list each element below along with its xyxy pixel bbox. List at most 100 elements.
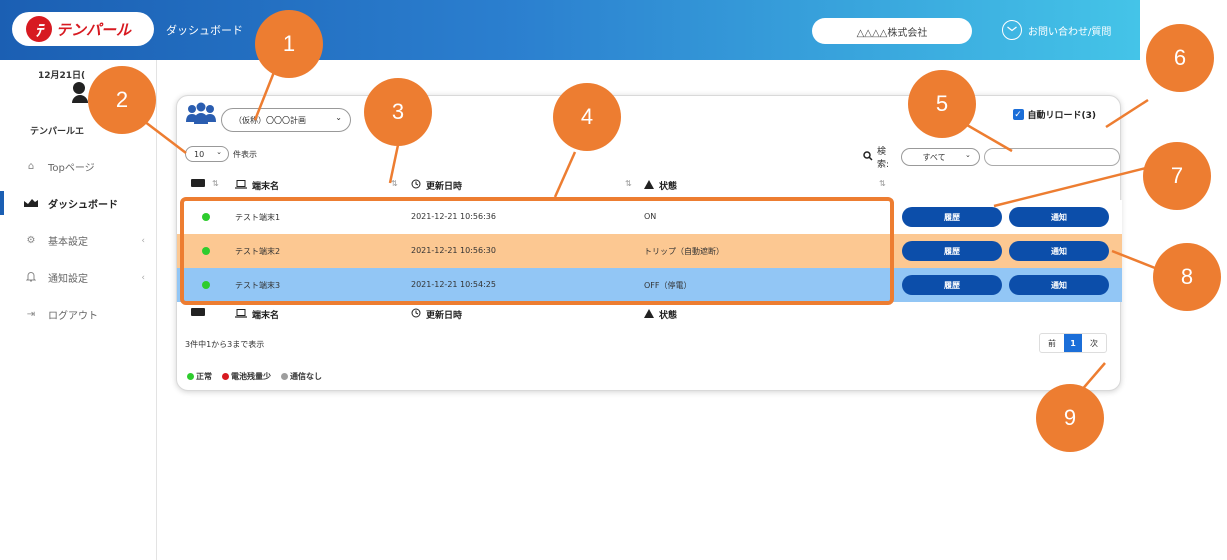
notify-button[interactable]: 通知 [1009, 275, 1109, 295]
auto-reload-label: 自動リロード(3) [1027, 111, 1097, 121]
pager-current[interactable]: 1 [1064, 334, 1082, 352]
callout-7: 7 [1143, 142, 1211, 210]
rows-highlight-frame [180, 197, 894, 305]
battery-icon [191, 179, 205, 187]
column-footer-label: 端末名 [252, 311, 280, 321]
legend-label: 通信なし [290, 372, 322, 381]
search-input[interactable] [983, 148, 1120, 166]
bell-icon [24, 271, 38, 285]
callout-6: 6 [1146, 24, 1214, 92]
sidebar-item-dashboard[interactable]: ダッシュボード [0, 185, 157, 222]
project-select-value: （仮称）〇〇〇計画 [234, 115, 306, 125]
group-icon [185, 102, 217, 130]
sidebar-nav: ⌂ Topページ ダッシュボード ⚙ 基本設定 ‹ 通知設定 ‹ ⇥ ログアウト [0, 148, 157, 333]
sidebar-date: 12月21日( [38, 71, 86, 81]
sidebar-item-label: ログアウト [48, 311, 98, 322]
pager-next[interactable]: 次 [1082, 334, 1106, 352]
logo-text: テンパール [56, 20, 132, 39]
callout-5: 5 [908, 70, 976, 138]
legend-item: 通信なし [281, 371, 322, 382]
column-header-label: 端末名 [252, 182, 280, 192]
history-button[interactable]: 履歴 [902, 207, 1002, 227]
contact-link[interactable]: お問い合わせ/質問 [1002, 20, 1111, 40]
sidebar-item-top[interactable]: ⌂ Topページ [0, 148, 157, 185]
history-button[interactable]: 履歴 [902, 241, 1002, 261]
warning-icon [644, 308, 654, 321]
callout-8: 8 [1153, 243, 1221, 311]
legend-label: 電池残量少 [231, 372, 271, 381]
chevron-left-icon: ‹ [141, 272, 145, 283]
notify-button[interactable]: 通知 [1009, 207, 1109, 227]
column-header-label: 更新日時 [426, 182, 463, 192]
callout-2: 2 [88, 66, 156, 134]
logo[interactable]: ﾃ テンパール [12, 12, 154, 46]
chevron-down-icon: ⌄ [216, 148, 222, 156]
callout-4: 4 [553, 83, 621, 151]
laptop-icon [235, 308, 247, 321]
search-icon [863, 150, 873, 164]
sidebar-item-label: 基本設定 [48, 237, 88, 248]
company-name: △△△△株式会社 [812, 18, 972, 44]
battery-column-header[interactable] [191, 179, 205, 187]
chevron-down-icon: ⌄ [964, 151, 971, 159]
top-header: ﾃ テンパール ダッシュボード △△△△株式会社 お問い合わせ/質問 [0, 0, 1140, 60]
page-title: ダッシュボード [166, 24, 243, 37]
pager-prev[interactable]: 前 [1040, 334, 1064, 352]
page-size-suffix: 件表示 [233, 149, 257, 159]
search-category-value: すべて [922, 152, 946, 162]
search-area: 検索: すべて ⌄ [863, 144, 1120, 170]
notify-button[interactable]: 通知 [1009, 241, 1109, 261]
search-label: 検索: [877, 147, 890, 170]
column-footer-name: 端末名 [235, 308, 279, 321]
page-size-select[interactable]: 10 ⌄ [185, 146, 229, 162]
table-footer: 端末名 更新日時 状態 [185, 305, 1117, 325]
sidebar-item-basic-settings[interactable]: ⚙ 基本設定 ‹ [0, 222, 157, 259]
checkbox-checked-icon[interactable]: ✓ [1012, 109, 1024, 120]
sidebar-item-notification-settings[interactable]: 通知設定 ‹ [0, 259, 157, 296]
sort-icon[interactable]: ⇅ [879, 179, 886, 188]
sidebar-user-name: テンパールエ [30, 127, 85, 137]
status-legend: 正常 電池残量少 通信なし [187, 371, 322, 382]
callout-3: 3 [364, 78, 432, 146]
user-icon [72, 82, 88, 103]
column-header-label: 状態 [659, 182, 678, 192]
chart-icon [24, 197, 38, 210]
sort-icon[interactable]: ⇅ [212, 179, 219, 188]
legend-dot [281, 373, 288, 380]
column-header-updated[interactable]: 更新日時 [411, 179, 462, 192]
callout-1: 1 [255, 10, 323, 78]
sidebar: 12月21日( テンパールエ ⌂ Topページ ダッシュボード ⚙ 基本設定 ‹ [0, 60, 157, 560]
column-header-name[interactable]: 端末名 [235, 179, 279, 192]
chevron-down-icon: ⌄ [335, 113, 342, 122]
sidebar-item-label: Topページ [48, 163, 95, 174]
page-size-control: 10 ⌄ 件表示 [185, 146, 257, 162]
legend-dot [222, 373, 229, 380]
logo-mark: ﾃ [26, 16, 52, 42]
column-header-status[interactable]: 状態 [644, 179, 677, 192]
legend-item: 電池残量少 [222, 371, 271, 382]
sort-icon[interactable]: ⇅ [625, 179, 632, 188]
warning-icon [644, 179, 654, 192]
legend-item: 正常 [187, 371, 212, 382]
column-footer-updated: 更新日時 [411, 308, 462, 321]
sort-icon[interactable]: ⇅ [391, 179, 398, 188]
home-icon: ⌂ [27, 161, 35, 172]
clock-icon [411, 179, 421, 192]
contact-label: お問い合わせ/質問 [1028, 26, 1112, 38]
history-button[interactable]: 履歴 [902, 275, 1002, 295]
table-summary: 3件中1から3まで表示 [185, 340, 265, 349]
column-footer-label: 更新日時 [426, 311, 463, 321]
battery-icon [191, 308, 205, 316]
auto-reload-toggle[interactable]: ✓ 自動リロード(3) [1012, 108, 1097, 121]
search-category-select[interactable]: すべて ⌄ [901, 148, 980, 166]
screenshot-root: ﾃ テンパール ダッシュボード △△△△株式会社 お問い合わせ/質問 12月21… [0, 0, 1227, 560]
sidebar-item-label: ダッシュボード [48, 200, 118, 211]
envelope-icon [1002, 20, 1022, 40]
laptop-icon [235, 179, 247, 192]
legend-dot [187, 373, 194, 380]
column-footer-status: 状態 [644, 308, 677, 321]
sidebar-item-logout[interactable]: ⇥ ログアウト [0, 296, 157, 333]
table-header: ⇅ 端末名 ⇅ 更新日時 ⇅ 状態 ⇅ [185, 176, 1117, 196]
legend-label: 正常 [196, 372, 212, 381]
project-select[interactable]: （仮称）〇〇〇計画 ⌄ [221, 108, 351, 132]
